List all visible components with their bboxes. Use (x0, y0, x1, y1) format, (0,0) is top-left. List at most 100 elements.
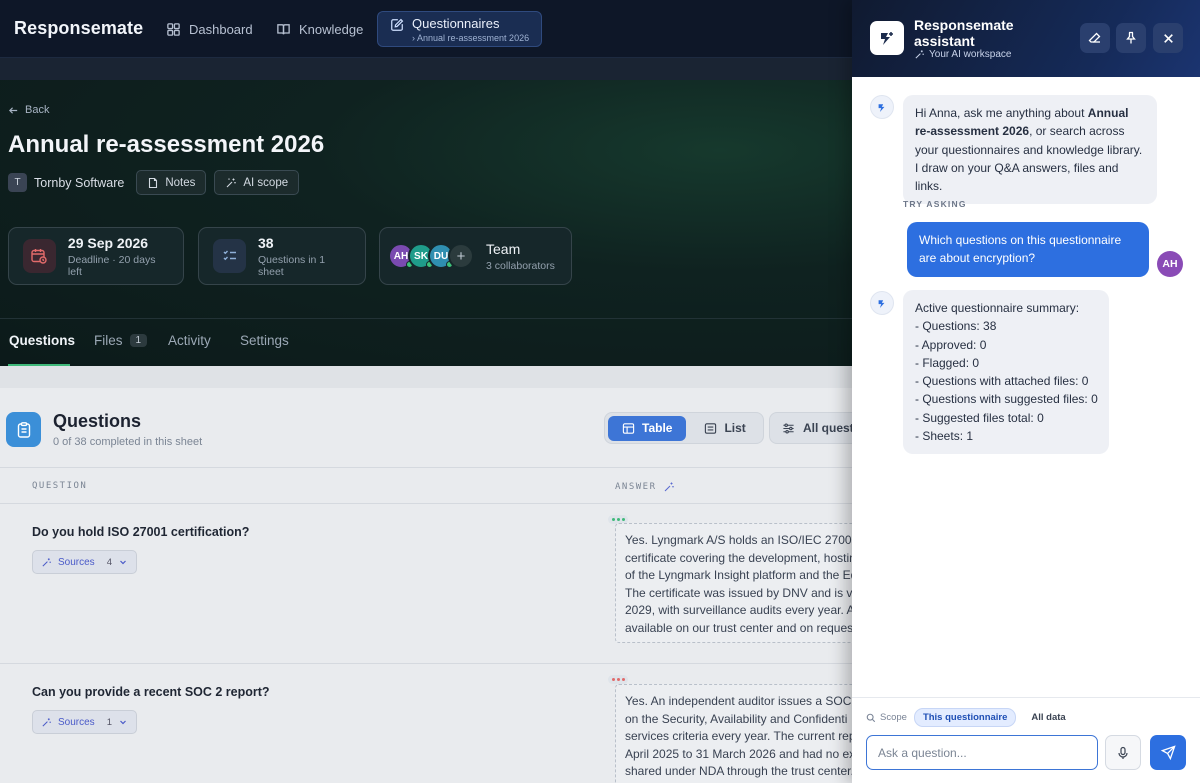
nav-questionnaires[interactable]: Questionnaires › Annual re-assessment 20… (377, 11, 543, 47)
sparkle-icon (663, 481, 675, 493)
column-header-question: QUESTION (32, 481, 88, 491)
clear-chat-button[interactable] (1080, 23, 1110, 53)
column-header-answer: ANSWER (615, 481, 675, 493)
tabs: Questions Files 1 Activity Settings (0, 318, 852, 366)
nav-dashboard-label: Dashboard (189, 21, 253, 37)
assistant-greeting-message: Hi Anna, ask me anything about Annual re… (903, 95, 1157, 205)
clipboard-icon (6, 412, 41, 447)
breadcrumb-current: Annual re-assessment 2026 (417, 33, 530, 43)
add-collaborator-button[interactable]: + (448, 243, 474, 269)
sources-count: 1 (106, 716, 112, 728)
sources-button[interactable]: Sources 4 (32, 550, 137, 574)
question-text: Can you provide a recent SOC 2 report? (32, 685, 270, 699)
content-top-strip (0, 366, 852, 388)
deadline-value: 29 Sep 2026 (67, 234, 149, 251)
pin-icon (1124, 31, 1138, 45)
tab-files[interactable]: Files 1 (94, 333, 148, 348)
tab-settings[interactable]: Settings (240, 333, 289, 348)
close-icon (1162, 32, 1175, 45)
close-panel-button[interactable] (1153, 23, 1183, 53)
answer-status-indicator[interactable] (608, 675, 628, 684)
back-link[interactable]: Back (8, 104, 49, 116)
questions-count-sub: Questions in 1 sheet (258, 253, 326, 278)
page-title: Annual re-assessment 2026 (8, 131, 325, 158)
view-list-button[interactable]: List (690, 416, 759, 441)
scope-this-questionnaire[interactable]: This questionnaire (913, 708, 1017, 727)
tab-activity[interactable]: Activity (168, 333, 211, 348)
list-icon (704, 422, 717, 435)
nav-knowledge[interactable]: Knowledge (268, 12, 371, 46)
nav-questionnaires-label: Questionnaires (412, 16, 500, 31)
table-header: QUESTION ANSWER (0, 467, 852, 504)
questions-title: Questions (53, 411, 142, 431)
questions-header: Questions 0 of 38 completed in this shee… (6, 411, 202, 448)
table-row[interactable]: Do you hold ISO 27001 certification? Sou… (0, 504, 875, 664)
back-label: Back (25, 104, 50, 116)
edit-document-icon (390, 18, 404, 32)
nav-dashboard[interactable]: Dashboard (158, 12, 261, 46)
arrow-left-icon (8, 105, 19, 116)
scope-all-data[interactable]: All data (1023, 709, 1073, 726)
questions-count-value: 38 (258, 234, 274, 251)
brand-logo[interactable]: Responsemate (14, 18, 143, 39)
sparkle-icon (41, 717, 52, 728)
assistant-panel: Responsemate assistant Your AI workspace… (852, 0, 1200, 783)
deadline-card: 29 Sep 2026 Deadline · 20 days left (8, 227, 184, 285)
questions-card: 38 Questions in 1 sheet (198, 227, 366, 285)
user-avatar: AH (1157, 251, 1183, 277)
team-card: AH SK DU + Team 3 collaborators (379, 227, 572, 285)
table-icon (622, 422, 635, 435)
microphone-icon (1116, 746, 1130, 760)
view-toggle: Table List (604, 412, 764, 444)
scope-label: Scope (866, 712, 907, 723)
answer-editor[interactable]: Yes. An independent auditor issues a SOC… (615, 684, 875, 783)
tab-questions[interactable]: Questions (9, 333, 75, 348)
sources-button[interactable]: Sources 1 (32, 710, 137, 734)
questions-progress: 0 of 38 completed in this sheet (53, 436, 203, 448)
table-row[interactable]: Can you provide a recent SOC 2 report? S… (0, 664, 875, 783)
try-asking-label: TRY ASKING (903, 199, 967, 209)
pin-button[interactable] (1116, 23, 1146, 53)
assistant-header: Responsemate assistant Your AI workspace (852, 0, 1200, 77)
assistant-subtitle: Your AI workspace (914, 49, 1011, 60)
breadcrumb[interactable]: › Annual re-assessment 2026 (412, 33, 529, 43)
ask-input[interactable]: Ask a question... (866, 735, 1098, 770)
chevron-down-icon (118, 717, 128, 727)
assistant-summary-message: Active questionnaire summary: - Question… (903, 290, 1109, 455)
meta-row: T Tornby Software Notes AI scope (8, 170, 300, 195)
company[interactable]: T Tornby Software (8, 173, 124, 192)
company-avatar: T (8, 173, 27, 192)
composer-divider (852, 697, 1200, 698)
notes-button[interactable]: Notes (136, 170, 207, 195)
files-count-badge: 1 (129, 334, 148, 347)
checklist-icon (213, 239, 247, 273)
assistant-avatar (870, 95, 894, 119)
book-icon (276, 22, 291, 37)
notes-label: Notes (165, 176, 196, 189)
assistant-title: Responsemate assistant (914, 17, 1014, 49)
scope-selector: Scope This questionnaire All data (866, 708, 1074, 727)
sparkle-icon (41, 557, 52, 568)
sparkle-wand-icon (225, 177, 237, 189)
assistant-avatar (870, 291, 894, 315)
send-button[interactable] (1150, 735, 1186, 770)
team-avatars[interactable]: AH SK DU + (388, 243, 474, 269)
team-title: Team (486, 240, 521, 257)
ai-scope-button[interactable]: AI scope (214, 170, 300, 195)
assistant-logo-icon (870, 21, 904, 55)
company-name: Tornby Software (34, 175, 125, 190)
chevron-down-icon (118, 557, 128, 567)
sources-count: 4 (106, 556, 112, 568)
send-icon (1160, 745, 1176, 760)
note-icon (147, 177, 159, 189)
nav-knowledge-label: Knowledge (299, 21, 364, 37)
microphone-button[interactable] (1105, 735, 1141, 770)
ai-scope-label: AI scope (243, 176, 289, 189)
filter-sliders-icon (782, 422, 795, 435)
view-table-button[interactable]: Table (608, 415, 687, 441)
answer-editor[interactable]: Yes. Lyngmark A/S holds an ISO/IEC 27001… (615, 523, 875, 643)
team-sub: 3 collaborators (486, 259, 555, 272)
calendar-clock-icon (23, 239, 56, 273)
user-message: Which questions on this questionnaire ar… (907, 222, 1149, 277)
deadline-sub: Deadline · 20 days left (67, 253, 156, 278)
